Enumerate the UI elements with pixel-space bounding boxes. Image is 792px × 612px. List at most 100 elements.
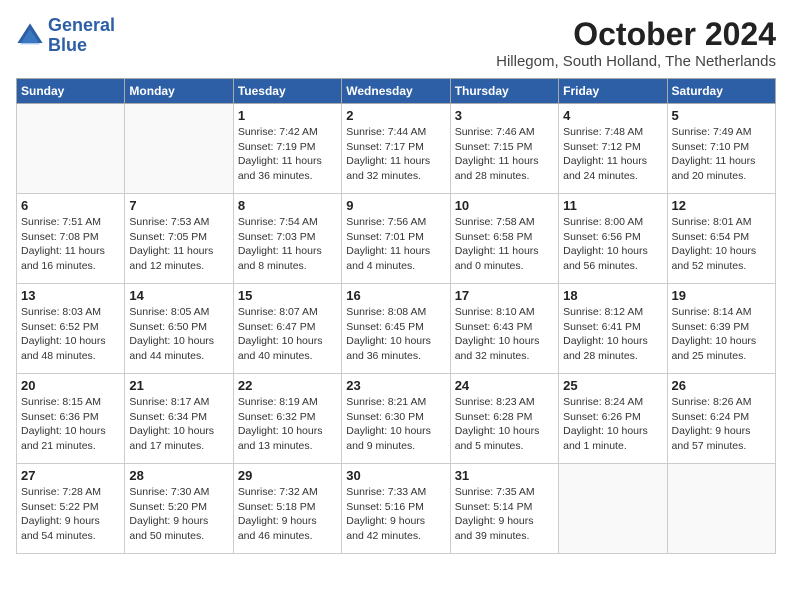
day-number: 10 (455, 198, 554, 213)
day-info: Sunrise: 7:49 AM Sunset: 7:10 PM Dayligh… (672, 125, 771, 184)
day-number: 31 (455, 468, 554, 483)
month-title: October 2024 (496, 16, 776, 53)
calendar-table: SundayMondayTuesdayWednesdayThursdayFrid… (16, 78, 776, 554)
location-title: Hillegom, South Holland, The Netherlands (496, 53, 776, 70)
day-number: 30 (346, 468, 445, 483)
calendar-week-row: 6 Sunrise: 7:51 AM Sunset: 7:08 PM Daylig… (17, 194, 776, 284)
day-info: Sunrise: 7:54 AM Sunset: 7:03 PM Dayligh… (238, 215, 337, 274)
day-info: Sunrise: 8:08 AM Sunset: 6:45 PM Dayligh… (346, 305, 445, 364)
day-number: 13 (21, 288, 120, 303)
day-info: Sunrise: 8:03 AM Sunset: 6:52 PM Dayligh… (21, 305, 120, 364)
day-info: Sunrise: 7:51 AM Sunset: 7:08 PM Dayligh… (21, 215, 120, 274)
day-info: Sunrise: 8:24 AM Sunset: 6:26 PM Dayligh… (563, 395, 662, 454)
calendar-day-cell: 3 Sunrise: 7:46 AM Sunset: 7:15 PM Daylig… (450, 104, 558, 194)
calendar-day-cell: 27Sunrise: 7:28 AM Sunset: 5:22 PM Dayli… (17, 464, 125, 554)
day-number: 12 (672, 198, 771, 213)
page-header: General Blue October 2024 Hillegom, Sout… (16, 16, 776, 70)
calendar-day-cell (667, 464, 775, 554)
day-number: 11 (563, 198, 662, 213)
day-info: Sunrise: 8:15 AM Sunset: 6:36 PM Dayligh… (21, 395, 120, 454)
calendar-day-cell: 23 Sunrise: 8:21 AM Sunset: 6:30 PM Dayli… (342, 374, 450, 464)
calendar-day-cell: 24Sunrise: 8:23 AM Sunset: 6:28 PM Dayli… (450, 374, 558, 464)
calendar-header-row: SundayMondayTuesdayWednesdayThursdayFrid… (17, 79, 776, 104)
day-number: 16 (346, 288, 445, 303)
day-info: Sunrise: 8:07 AM Sunset: 6:47 PM Dayligh… (238, 305, 337, 364)
day-number: 14 (129, 288, 228, 303)
calendar-day-cell: 31 Sunrise: 7:35 AM Sunset: 5:14 PM Dayli… (450, 464, 558, 554)
calendar-day-cell: 26 Sunrise: 8:26 AM Sunset: 6:24 PM Dayli… (667, 374, 775, 464)
calendar-day-cell: 6 Sunrise: 7:51 AM Sunset: 7:08 PM Daylig… (17, 194, 125, 284)
day-info: Sunrise: 8:19 AM Sunset: 6:32 PM Dayligh… (238, 395, 337, 454)
day-info: Sunrise: 7:56 AM Sunset: 7:01 PM Dayligh… (346, 215, 445, 274)
calendar-day-cell: 25 Sunrise: 8:24 AM Sunset: 6:26 PM Dayli… (559, 374, 667, 464)
calendar-day-cell: 29 Sunrise: 7:32 AM Sunset: 5:18 PM Dayli… (233, 464, 341, 554)
day-info: Sunrise: 7:42 AM Sunset: 7:19 PM Dayligh… (238, 125, 337, 184)
calendar-day-cell: 17 Sunrise: 8:10 AM Sunset: 6:43 PM Dayli… (450, 284, 558, 374)
day-info: Sunrise: 8:26 AM Sunset: 6:24 PM Dayligh… (672, 395, 771, 454)
weekday-header: Thursday (450, 79, 558, 104)
calendar-day-cell: 18 Sunrise: 8:12 AM Sunset: 6:41 PM Dayli… (559, 284, 667, 374)
day-info: Sunrise: 7:32 AM Sunset: 5:18 PM Dayligh… (238, 485, 337, 544)
day-number: 26 (672, 378, 771, 393)
calendar-day-cell: 2 Sunrise: 7:44 AM Sunset: 7:17 PM Daylig… (342, 104, 450, 194)
weekday-header: Tuesday (233, 79, 341, 104)
day-info: Sunrise: 8:23 AM Sunset: 6:28 PM Dayligh… (455, 395, 554, 454)
day-number: 29 (238, 468, 337, 483)
calendar-day-cell: 9Sunrise: 7:56 AM Sunset: 7:01 PM Daylig… (342, 194, 450, 284)
weekday-header: Saturday (667, 79, 775, 104)
calendar-day-cell: 5 Sunrise: 7:49 AM Sunset: 7:10 PM Daylig… (667, 104, 775, 194)
day-number: 17 (455, 288, 554, 303)
day-number: 4 (563, 108, 662, 123)
day-info: Sunrise: 8:17 AM Sunset: 6:34 PM Dayligh… (129, 395, 228, 454)
day-number: 8 (238, 198, 337, 213)
day-info: Sunrise: 8:12 AM Sunset: 6:41 PM Dayligh… (563, 305, 662, 364)
calendar-day-cell: 10 Sunrise: 7:58 AM Sunset: 6:58 PM Dayli… (450, 194, 558, 284)
calendar-day-cell: 28 Sunrise: 7:30 AM Sunset: 5:20 PM Dayli… (125, 464, 233, 554)
day-info: Sunrise: 7:46 AM Sunset: 7:15 PM Dayligh… (455, 125, 554, 184)
day-info: Sunrise: 8:10 AM Sunset: 6:43 PM Dayligh… (455, 305, 554, 364)
day-info: Sunrise: 7:44 AM Sunset: 7:17 PM Dayligh… (346, 125, 445, 184)
calendar-day-cell: 11 Sunrise: 8:00 AM Sunset: 6:56 PM Dayli… (559, 194, 667, 284)
day-number: 1 (238, 108, 337, 123)
day-number: 28 (129, 468, 228, 483)
day-number: 5 (672, 108, 771, 123)
logo-icon (16, 22, 44, 50)
calendar-week-row: 20 Sunrise: 8:15 AM Sunset: 6:36 PM Dayli… (17, 374, 776, 464)
calendar-day-cell: 14 Sunrise: 8:05 AM Sunset: 6:50 PM Dayli… (125, 284, 233, 374)
calendar-day-cell: 20 Sunrise: 8:15 AM Sunset: 6:36 PM Dayli… (17, 374, 125, 464)
day-number: 2 (346, 108, 445, 123)
day-number: 6 (21, 198, 120, 213)
day-number: 20 (21, 378, 120, 393)
day-info: Sunrise: 8:05 AM Sunset: 6:50 PM Dayligh… (129, 305, 228, 364)
calendar-day-cell: 7Sunrise: 7:53 AM Sunset: 7:05 PM Daylig… (125, 194, 233, 284)
calendar-day-cell: 19Sunrise: 8:14 AM Sunset: 6:39 PM Dayli… (667, 284, 775, 374)
weekday-header: Sunday (17, 79, 125, 104)
day-info: Sunrise: 8:00 AM Sunset: 6:56 PM Dayligh… (563, 215, 662, 274)
day-number: 23 (346, 378, 445, 393)
day-number: 18 (563, 288, 662, 303)
calendar-day-cell: 1 Sunrise: 7:42 AM Sunset: 7:19 PM Daylig… (233, 104, 341, 194)
day-info: Sunrise: 7:30 AM Sunset: 5:20 PM Dayligh… (129, 485, 228, 544)
day-info: Sunrise: 7:53 AM Sunset: 7:05 PM Dayligh… (129, 215, 228, 274)
day-info: Sunrise: 7:58 AM Sunset: 6:58 PM Dayligh… (455, 215, 554, 274)
calendar-week-row: 27Sunrise: 7:28 AM Sunset: 5:22 PM Dayli… (17, 464, 776, 554)
calendar-day-cell: 22Sunrise: 8:19 AM Sunset: 6:32 PM Dayli… (233, 374, 341, 464)
calendar-day-cell: 21Sunrise: 8:17 AM Sunset: 6:34 PM Dayli… (125, 374, 233, 464)
day-info: Sunrise: 7:48 AM Sunset: 7:12 PM Dayligh… (563, 125, 662, 184)
title-area: October 2024 Hillegom, South Holland, Th… (496, 16, 776, 70)
day-number: 3 (455, 108, 554, 123)
day-info: Sunrise: 7:35 AM Sunset: 5:14 PM Dayligh… (455, 485, 554, 544)
calendar-day-cell (125, 104, 233, 194)
day-number: 19 (672, 288, 771, 303)
day-number: 25 (563, 378, 662, 393)
day-number: 15 (238, 288, 337, 303)
calendar-day-cell (17, 104, 125, 194)
calendar-week-row: 1 Sunrise: 7:42 AM Sunset: 7:19 PM Daylig… (17, 104, 776, 194)
day-number: 27 (21, 468, 120, 483)
day-info: Sunrise: 8:01 AM Sunset: 6:54 PM Dayligh… (672, 215, 771, 274)
calendar-day-cell: 16 Sunrise: 8:08 AM Sunset: 6:45 PM Dayli… (342, 284, 450, 374)
day-info: Sunrise: 8:21 AM Sunset: 6:30 PM Dayligh… (346, 395, 445, 454)
weekday-header: Friday (559, 79, 667, 104)
logo-text-line1: General (48, 16, 115, 36)
calendar-day-cell: 30Sunrise: 7:33 AM Sunset: 5:16 PM Dayli… (342, 464, 450, 554)
